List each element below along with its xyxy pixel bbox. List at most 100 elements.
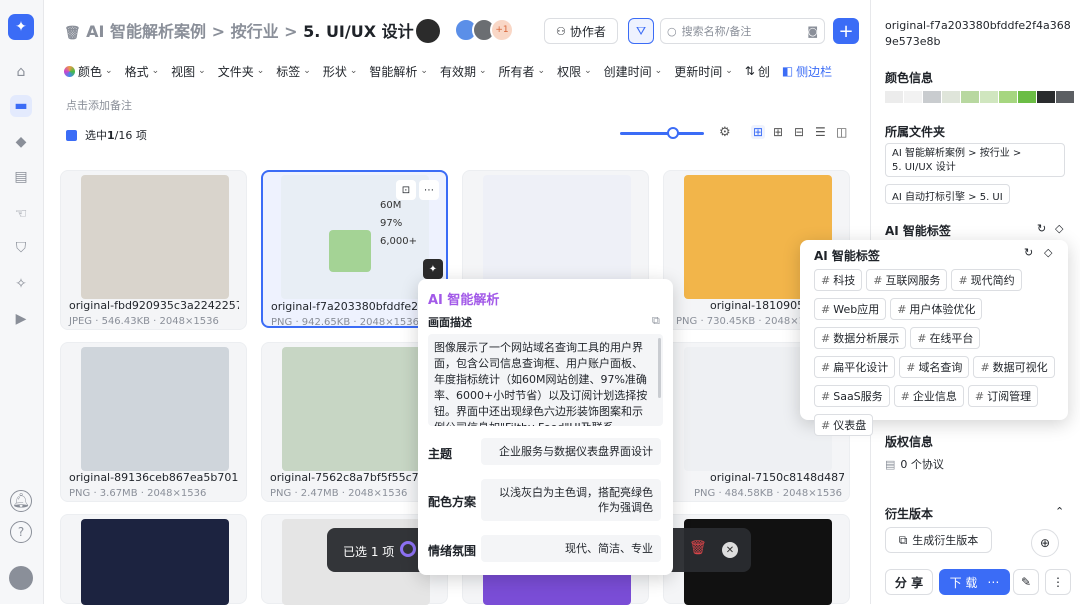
tag-chip[interactable]: # 扁平化设计	[814, 356, 896, 378]
breadcrumb-root[interactable]: AI 智能解析案例	[86, 22, 206, 41]
chevron-up-icon[interactable]: ⌃	[1055, 505, 1064, 518]
hash-icon: #	[958, 273, 968, 287]
scan-icon[interactable]: ⊡	[396, 180, 416, 200]
tag-outline-icon[interactable]: ◇	[1044, 246, 1052, 259]
filter-format[interactable]: 格式 ⌄	[119, 60, 166, 82]
tag-chip[interactable]: # 现代简约	[951, 269, 1022, 291]
asset-card[interactable]	[60, 514, 247, 605]
color-swatch[interactable]	[961, 91, 979, 103]
filter-tag[interactable]: 标签 ⌄	[270, 60, 317, 82]
tag-chip[interactable]: # 订阅管理	[967, 385, 1039, 407]
filter-button[interactable]: ⛛	[628, 18, 654, 44]
filter-validity[interactable]: 有效期 ⌄	[434, 60, 493, 82]
asset-card[interactable]: original-fbd920935c3a2242257... JPEG · 54…	[60, 170, 247, 330]
shield-icon[interactable]: ⛉	[10, 237, 32, 259]
filter-shape[interactable]: 形状 ⌄	[317, 60, 364, 82]
breadcrumb-mid[interactable]: 按行业	[231, 22, 279, 41]
view-grid-icon[interactable]: ⊞	[751, 125, 766, 139]
tag-chip[interactable]: # 仪表盘	[814, 414, 874, 436]
camera-icon[interactable]: ◙	[807, 25, 818, 38]
zoom-slider[interactable]	[620, 127, 704, 139]
sidebar-toggle[interactable]: ◧ 侧边栏	[776, 60, 838, 82]
help-icon[interactable]: ?	[10, 521, 32, 543]
folder-path[interactable]: AI 自动打标引擎 > 5. UI	[885, 184, 1010, 204]
color-swatch[interactable]	[923, 91, 941, 103]
folder-path[interactable]: AI 智能解析案例 > 按行业 > 5. UI/UX 设计	[885, 143, 1065, 177]
copy-icon[interactable]: ⧉	[652, 314, 660, 328]
tag-chip[interactable]: # Web应用	[814, 298, 887, 320]
more-button[interactable]: ⋮	[1045, 569, 1071, 595]
filter-updated[interactable]: 更新时间 ⌄	[668, 60, 739, 82]
color-swatch[interactable]	[1056, 91, 1074, 103]
tag-outline-icon[interactable]: ◇	[1055, 222, 1063, 235]
owner-avatar[interactable]	[416, 19, 440, 43]
chevron-down-icon: ⌄	[537, 66, 546, 76]
tag-chip[interactable]: # 科技	[814, 269, 863, 291]
trash-icon[interactable]: 🗑︎	[689, 540, 707, 556]
search-input[interactable]: ○ 搜索名称/备注 ◙	[660, 18, 825, 44]
note-input[interactable]: 点击添加备注	[66, 97, 132, 113]
scrollbar[interactable]	[658, 338, 661, 398]
share-button[interactable]: 分 享	[885, 569, 933, 595]
filter-permission[interactable]: 权限 ⌄	[551, 60, 598, 82]
selection-label: 已选 1 项	[343, 545, 395, 559]
view-grid-large-icon[interactable]: ⊞	[773, 125, 783, 139]
filter-color[interactable]: 颜色 ⌄	[58, 60, 119, 82]
filter-created[interactable]: 创建时间 ⌄	[598, 60, 669, 82]
tag-chip[interactable]: # 互联网服务	[866, 269, 948, 291]
view-list-icon[interactable]: ☰	[815, 125, 826, 139]
globe-button[interactable]: ⊕	[1031, 529, 1059, 557]
edit-button[interactable]: ✎	[1013, 569, 1039, 595]
collaborator-button[interactable]: ⚇ 协作者	[544, 18, 618, 44]
tag-chip[interactable]: # SaaS服务	[814, 385, 890, 407]
app-logo-icon[interactable]: ✦	[8, 14, 34, 40]
tag-chip[interactable]: # 在线平台	[910, 327, 981, 349]
view-split-icon[interactable]: ◫	[836, 125, 847, 139]
tag-chip[interactable]: # 域名查询	[899, 356, 970, 378]
asset-meta: JPEG · 546.43KB · 2048×1536	[69, 316, 219, 327]
filter-view[interactable]: 视图 ⌄	[165, 60, 212, 82]
checkbox[interactable]	[66, 129, 77, 141]
filter-folder[interactable]: 文件夹 ⌄	[212, 60, 271, 82]
settings-icon[interactable]: ⚙	[719, 125, 731, 140]
asset-card[interactable]: original-89136ceb867ea5b7011... PNG · 3.6…	[60, 342, 247, 502]
color-swatch[interactable]	[1037, 91, 1055, 103]
tag-icon[interactable]: ◆	[10, 131, 32, 153]
more-icon[interactable]: ⋯	[987, 575, 999, 589]
color-swatch[interactable]	[999, 91, 1017, 103]
video-icon[interactable]: ▶	[10, 308, 32, 330]
filter-label: 所有者	[498, 64, 535, 79]
color-swatch[interactable]	[942, 91, 960, 103]
home-icon[interactable]: ⌂	[10, 61, 32, 83]
slider-handle[interactable]	[667, 127, 679, 139]
copyright-value: ▤ 0 个协议	[885, 456, 944, 472]
add-button[interactable]: +	[833, 18, 859, 44]
tag-chip[interactable]: # 用户体验优化	[890, 298, 983, 320]
close-icon[interactable]: ✕	[722, 542, 738, 558]
color-swatch[interactable]	[904, 91, 922, 103]
filter-owner[interactable]: 所有者 ⌄	[493, 60, 552, 82]
refresh-icon[interactable]: ↻	[1024, 246, 1033, 259]
color-swatch[interactable]	[1018, 91, 1036, 103]
ai-sparkle-icon[interactable]: ✦	[423, 259, 443, 279]
folder-icon[interactable]: ▬	[10, 95, 32, 117]
color-swatch[interactable]	[980, 91, 998, 103]
bell-icon[interactable]: 🔔︎	[10, 490, 32, 512]
avatar[interactable]	[9, 566, 33, 590]
filter-ai[interactable]: 智能解析 ⌄	[363, 60, 434, 82]
generate-derive-button[interactable]: ⧉ 生成衍生版本	[885, 527, 992, 553]
tag-chip[interactable]: # 数据分析展示	[814, 327, 907, 349]
ai-parse-popup: AI 智能解析 画面描述 ⧉ 图像展示了一个网站域名查询工具的用户界面，包含公司…	[418, 279, 673, 575]
hand-icon[interactable]: ☜	[10, 203, 32, 225]
member-avatars[interactable]: +1	[454, 18, 514, 44]
more-icon[interactable]: ⋯	[419, 180, 439, 200]
tag-chip[interactable]: # 企业信息	[893, 385, 964, 407]
refresh-icon[interactable]: ↻	[1037, 222, 1046, 235]
color-swatch[interactable]	[885, 91, 903, 103]
tag-chip[interactable]: # 数据可视化	[973, 356, 1055, 378]
magic-wand-icon[interactable]: ✧	[10, 273, 32, 295]
download-button[interactable]: 下 载 ⋯	[939, 569, 1010, 595]
view-masonry-icon[interactable]: ⊟	[794, 125, 804, 139]
board-icon[interactable]: ▤	[10, 166, 32, 188]
sort-button[interactable]: ⇅ 创	[739, 60, 776, 82]
